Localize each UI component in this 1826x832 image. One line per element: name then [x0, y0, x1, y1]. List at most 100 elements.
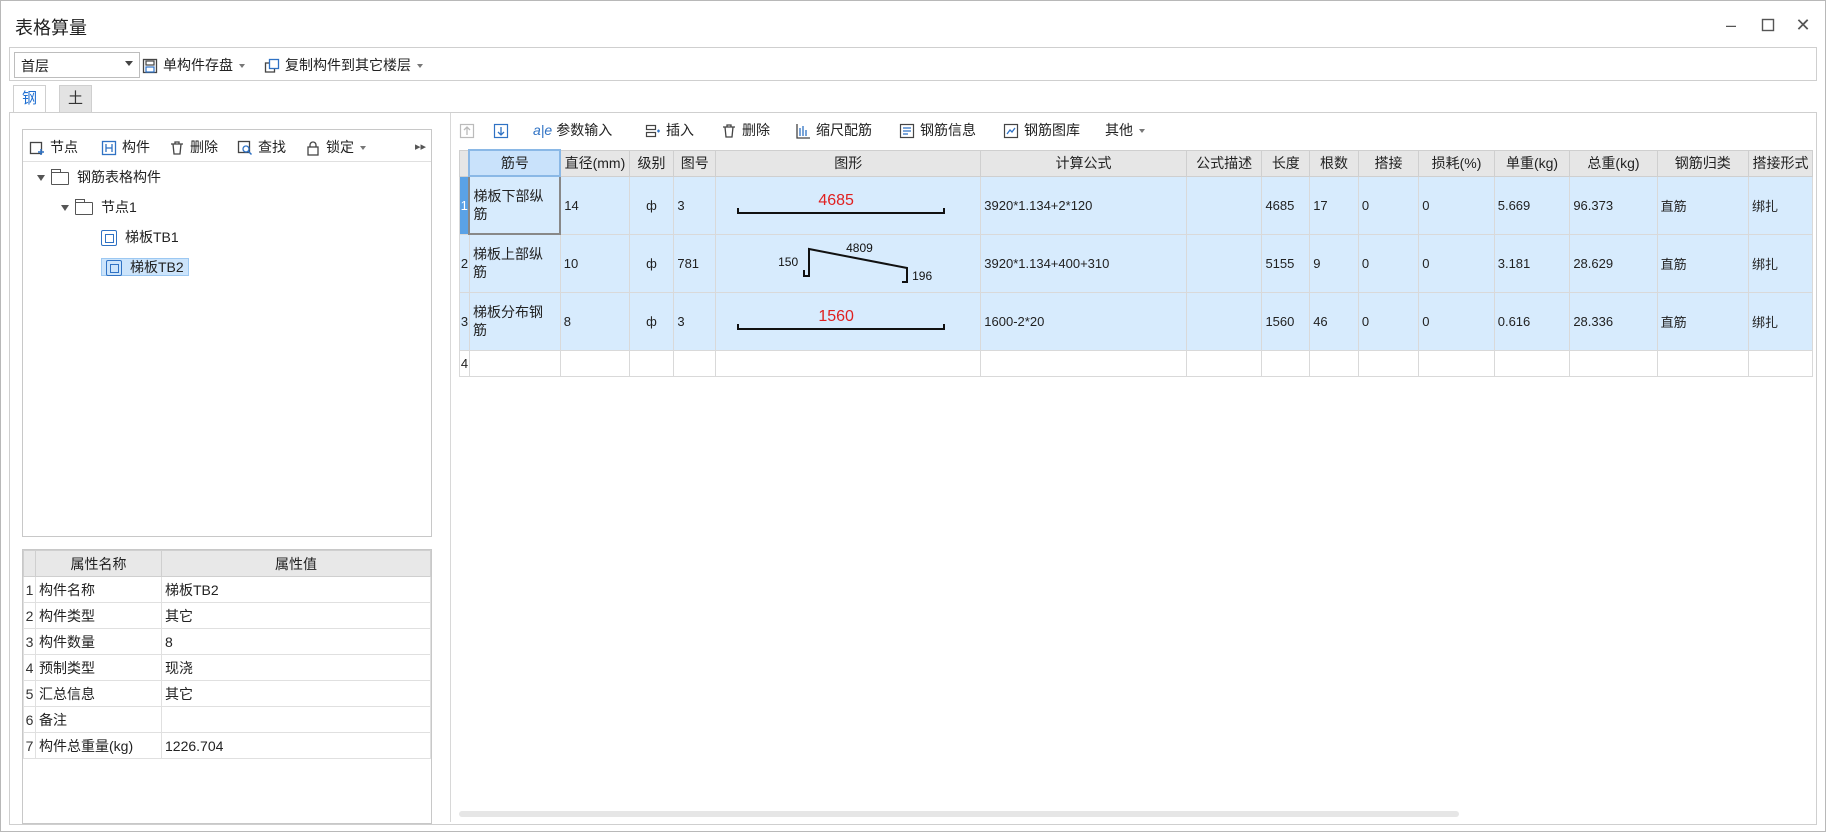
cell-lap[interactable]: 0	[1357, 291, 1420, 351]
cell-diameter[interactable]: 8	[559, 291, 630, 351]
col-desc[interactable]: 公式描述	[1185, 149, 1263, 177]
property-value[interactable]: 梯板TB2	[161, 576, 431, 603]
add-component-button[interactable]: 构件	[101, 134, 150, 160]
property-value[interactable]: 现浇	[161, 654, 431, 681]
cell-loss[interactable]: 0	[1418, 291, 1495, 351]
property-row[interactable]: 6 备注	[23, 706, 431, 733]
scale-rebar-button[interactable]: 缩尺配筋	[795, 117, 872, 143]
property-row[interactable]: 4 预制类型 现浇	[23, 654, 431, 681]
col-lap-type[interactable]: 搭接形式	[1747, 149, 1814, 177]
cell-count[interactable]: 46	[1309, 291, 1359, 351]
empty-cell[interactable]	[628, 349, 675, 377]
cell-lap-type[interactable]: 绑扎	[1747, 233, 1814, 293]
property-row[interactable]: 1 构件名称 梯板TB2	[23, 576, 431, 603]
lock-button[interactable]: 锁定	[305, 134, 366, 160]
col-length[interactable]: 长度	[1261, 149, 1311, 177]
empty-cell[interactable]	[1185, 349, 1263, 377]
cell-category[interactable]: 直筋	[1656, 175, 1749, 235]
cell-bar-name[interactable]: 梯板下部纵筋	[468, 175, 562, 235]
cell-unit-weight[interactable]: 3.181	[1493, 233, 1571, 293]
col-category[interactable]: 钢筋归类	[1656, 149, 1749, 177]
table-row[interactable]: 3 梯板分布钢筋 8 ф 3 1560 1600-2*20 1560 46 0 …	[459, 291, 1814, 351]
col-total-weight[interactable]: 总重(kg)	[1569, 149, 1658, 177]
property-row[interactable]: 3 构件数量 8	[23, 628, 431, 655]
empty-cell[interactable]	[1357, 349, 1420, 377]
empty-cell[interactable]	[1309, 349, 1359, 377]
property-row[interactable]: 2 构件类型 其它	[23, 602, 431, 629]
collapse-icon[interactable]	[61, 205, 69, 212]
cell-count[interactable]: 17	[1309, 175, 1359, 235]
minimize-icon[interactable]: –	[1719, 13, 1743, 37]
cell-shape[interactable]: 4685	[715, 175, 982, 235]
empty-cell[interactable]	[1656, 349, 1749, 377]
insert-button[interactable]: 插入	[645, 117, 694, 143]
cell-formula[interactable]: 3920*1.134+400+310	[980, 233, 1187, 293]
delete-button[interactable]: 删除	[169, 134, 218, 160]
row-index[interactable]: 4	[459, 349, 470, 377]
tab-rebar[interactable]: 钢筋	[13, 85, 47, 133]
property-value[interactable]: 8	[161, 628, 431, 655]
cell-desc[interactable]	[1185, 291, 1263, 351]
floor-select[interactable]: 首层	[14, 52, 140, 78]
col-formula[interactable]: 计算公式	[980, 149, 1187, 177]
delete-row-button[interactable]: 删除	[721, 117, 770, 143]
property-value[interactable]: 其它	[161, 680, 431, 707]
empty-cell[interactable]	[1493, 349, 1571, 377]
col-bar-no[interactable]: 筋号	[468, 149, 562, 177]
cell-total-weight[interactable]: 28.629	[1569, 233, 1658, 293]
cell-grade[interactable]: ф	[628, 175, 675, 235]
move-down-button[interactable]	[493, 117, 514, 143]
copy-to-floors-button[interactable]: 复制构件到其它楼层	[264, 52, 423, 78]
table-row[interactable]: 2 梯板上部纵筋 10 ф 781 150 4809 196 3920*1.13…	[459, 233, 1814, 293]
cell-bar-name[interactable]: 梯板分布钢筋	[468, 291, 561, 351]
cell-length[interactable]: 5155	[1261, 233, 1311, 293]
expand-more-icon[interactable]: ▸▸	[415, 134, 426, 160]
cell-category[interactable]: 直筋	[1656, 291, 1749, 351]
property-row[interactable]: 5 汇总信息 其它	[23, 680, 431, 707]
empty-cell[interactable]	[559, 349, 630, 377]
param-input-button[interactable]: a|e 参数输入	[533, 117, 612, 143]
cell-length[interactable]: 1560	[1261, 291, 1311, 351]
cell-unit-weight[interactable]: 0.616	[1493, 291, 1571, 351]
find-button[interactable]: 查找	[237, 134, 286, 160]
col-diameter[interactable]: 直径(mm)	[559, 149, 630, 177]
tree-root[interactable]: 钢筋表格构件	[37, 164, 161, 190]
cell-diameter[interactable]: 14	[559, 175, 630, 235]
empty-cell[interactable]	[715, 349, 982, 377]
empty-cell[interactable]	[1747, 349, 1814, 377]
cell-count[interactable]: 9	[1309, 233, 1359, 293]
cell-desc[interactable]	[1185, 233, 1263, 293]
property-value[interactable]: 1226.704	[161, 732, 431, 759]
tree-item-tb2[interactable]: 梯板TB2	[101, 254, 189, 280]
cell-formula[interactable]: 3920*1.134+2*120	[980, 175, 1187, 235]
maximize-icon[interactable]	[1756, 13, 1780, 37]
property-value[interactable]	[161, 706, 431, 733]
cell-length[interactable]: 4685	[1261, 175, 1311, 235]
tree-item-tb1[interactable]: 梯板TB1	[101, 224, 179, 250]
empty-cell[interactable]	[673, 349, 717, 377]
empty-cell[interactable]	[980, 349, 1187, 377]
row-index[interactable]: 3	[459, 291, 470, 351]
col-fig-no[interactable]: 图号	[673, 149, 717, 177]
empty-cell[interactable]	[1261, 349, 1311, 377]
add-node-button[interactable]: 节点	[29, 134, 78, 160]
tab-civil[interactable]: 土建	[59, 85, 93, 133]
empty-cell[interactable]	[1418, 349, 1495, 377]
empty-cell[interactable]	[468, 349, 561, 377]
table-row-empty[interactable]: 4	[459, 349, 1814, 377]
row-index[interactable]: 1	[459, 175, 470, 235]
cell-bar-name[interactable]: 梯板上部纵筋	[468, 233, 561, 293]
move-up-button[interactable]	[459, 117, 480, 143]
table-row[interactable]: 1 梯板下部纵筋 14 ф 3 4685 3920*1.134+2*120 46…	[459, 175, 1814, 235]
cell-fig-no[interactable]: 781	[673, 233, 717, 293]
other-menu-button[interactable]: 其他	[1105, 117, 1145, 143]
cell-loss[interactable]: 0	[1418, 233, 1495, 293]
cell-shape[interactable]: 150 4809 196	[715, 233, 982, 293]
cell-shape[interactable]: 1560	[715, 291, 982, 351]
rebar-info-button[interactable]: 钢筋信息	[899, 117, 976, 143]
col-unit-weight[interactable]: 单重(kg)	[1493, 149, 1571, 177]
collapse-icon[interactable]	[37, 175, 45, 182]
row-index[interactable]: 2	[459, 233, 470, 293]
cell-formula[interactable]: 1600-2*20	[980, 291, 1187, 351]
col-grade[interactable]: 级别	[628, 149, 675, 177]
